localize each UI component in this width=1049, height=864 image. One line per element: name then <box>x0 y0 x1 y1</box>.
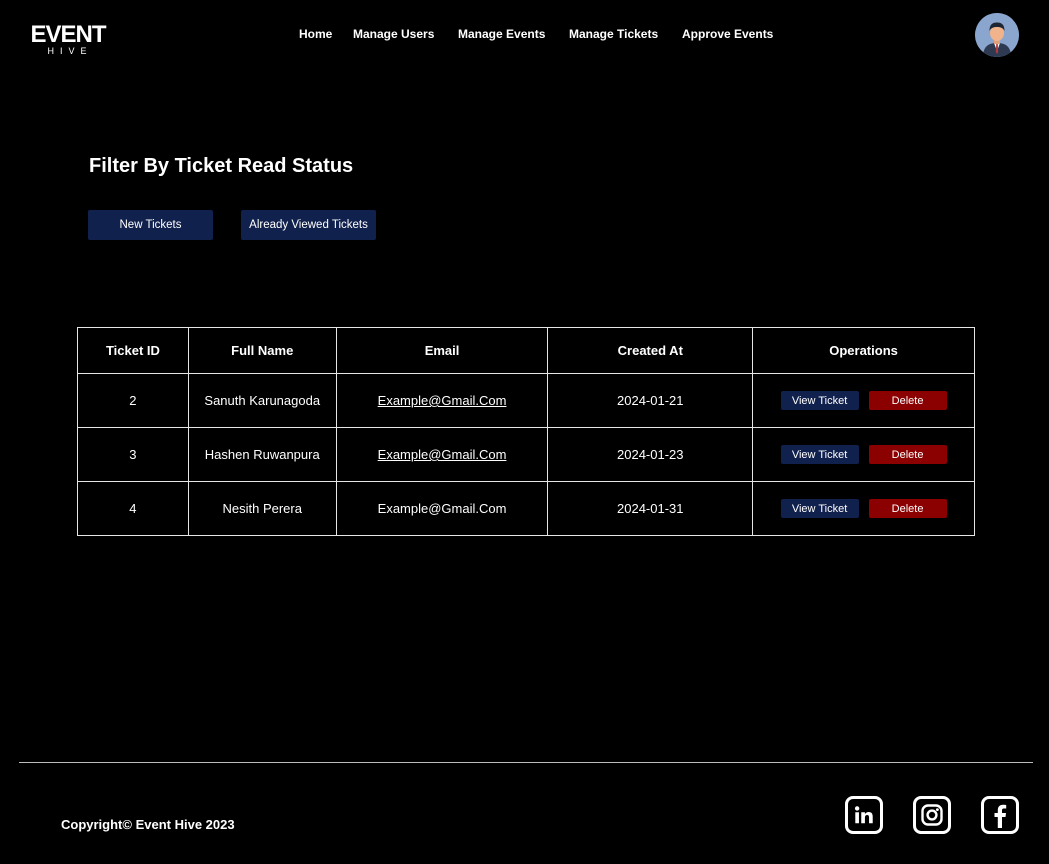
instagram-icon <box>921 804 943 826</box>
operations-cell: View Ticket Delete <box>752 427 975 482</box>
table-row: 3 Hashen Ruwanpura Example@Gmail.Com 202… <box>77 427 975 482</box>
operations-cell: View Ticket Delete <box>752 373 975 428</box>
email-cell: Example@Gmail.Com <box>335 373 549 428</box>
logo[interactable]: EVENT HIVE <box>30 21 106 57</box>
ticket-id-cell: 3 <box>77 427 189 482</box>
email-cell: Example@Gmail.Com <box>335 481 549 536</box>
email-link[interactable]: Example@Gmail.Com <box>378 393 507 408</box>
header-created-at: Created At <box>547 327 754 374</box>
created-at-cell: 2024-01-31 <box>547 481 754 536</box>
delete-button[interactable]: Delete <box>868 445 947 464</box>
header-full-name: Full Name <box>187 327 337 374</box>
email-cell: Example@Gmail.Com <box>335 427 549 482</box>
full-name-cell: Sanuth Karunagoda <box>187 373 337 428</box>
view-ticket-button[interactable]: View Ticket <box>780 499 859 518</box>
facebook-icon <box>994 804 1007 828</box>
table-row: 4 Nesith Perera Example@Gmail.Com 2024-0… <box>77 481 975 536</box>
linkedin-icon <box>854 806 873 824</box>
nav-approve-events[interactable]: Approve Events <box>682 26 773 42</box>
nav-manage-users[interactable]: Manage Users <box>353 26 434 42</box>
email-link[interactable]: Example@Gmail.Com <box>378 447 507 462</box>
header-ticket-id: Ticket ID <box>77 327 189 374</box>
delete-button[interactable]: Delete <box>868 391 947 410</box>
linkedin-link[interactable] <box>845 796 883 834</box>
full-name-cell: Nesith Perera <box>187 481 337 536</box>
header-email: Email <box>335 327 549 374</box>
header-operations: Operations <box>752 327 975 374</box>
already-viewed-tickets-button[interactable]: Already Viewed Tickets <box>241 210 376 240</box>
ticket-id-cell: 2 <box>77 373 189 428</box>
email-text: Example@Gmail.Com <box>377 501 507 516</box>
view-ticket-button[interactable]: View Ticket <box>780 391 859 410</box>
table-row: 2 Sanuth Karunagoda Example@Gmail.Com 20… <box>77 373 975 428</box>
tickets-table: Ticket ID Full Name Email Created At Ope… <box>77 327 975 536</box>
instagram-link[interactable] <box>913 796 951 834</box>
nav-manage-events[interactable]: Manage Events <box>458 26 545 42</box>
user-avatar[interactable] <box>975 13 1019 57</box>
full-name-cell: Hashen Ruwanpura <box>187 427 337 482</box>
created-at-cell: 2024-01-21 <box>547 373 754 428</box>
view-ticket-button[interactable]: View Ticket <box>780 445 859 464</box>
footer-divider <box>19 762 1033 763</box>
facebook-link[interactable] <box>981 796 1019 834</box>
user-avatar-icon <box>975 13 1019 57</box>
logo-main-text: EVENT <box>30 21 106 48</box>
ticket-id-cell: 4 <box>77 481 189 536</box>
filter-title: Filter By Ticket Read Status <box>89 155 354 177</box>
operations-cell: View Ticket Delete <box>752 481 975 536</box>
nav-home[interactable]: Home <box>299 26 332 42</box>
nav-manage-tickets[interactable]: Manage Tickets <box>569 26 658 42</box>
new-tickets-button[interactable]: New Tickets <box>88 210 213 240</box>
table-header-row: Ticket ID Full Name Email Created At Ope… <box>77 327 975 374</box>
copyright-text: Copyright© Event Hive 2023 <box>61 817 235 832</box>
delete-button[interactable]: Delete <box>868 499 947 518</box>
created-at-cell: 2024-01-23 <box>547 427 754 482</box>
